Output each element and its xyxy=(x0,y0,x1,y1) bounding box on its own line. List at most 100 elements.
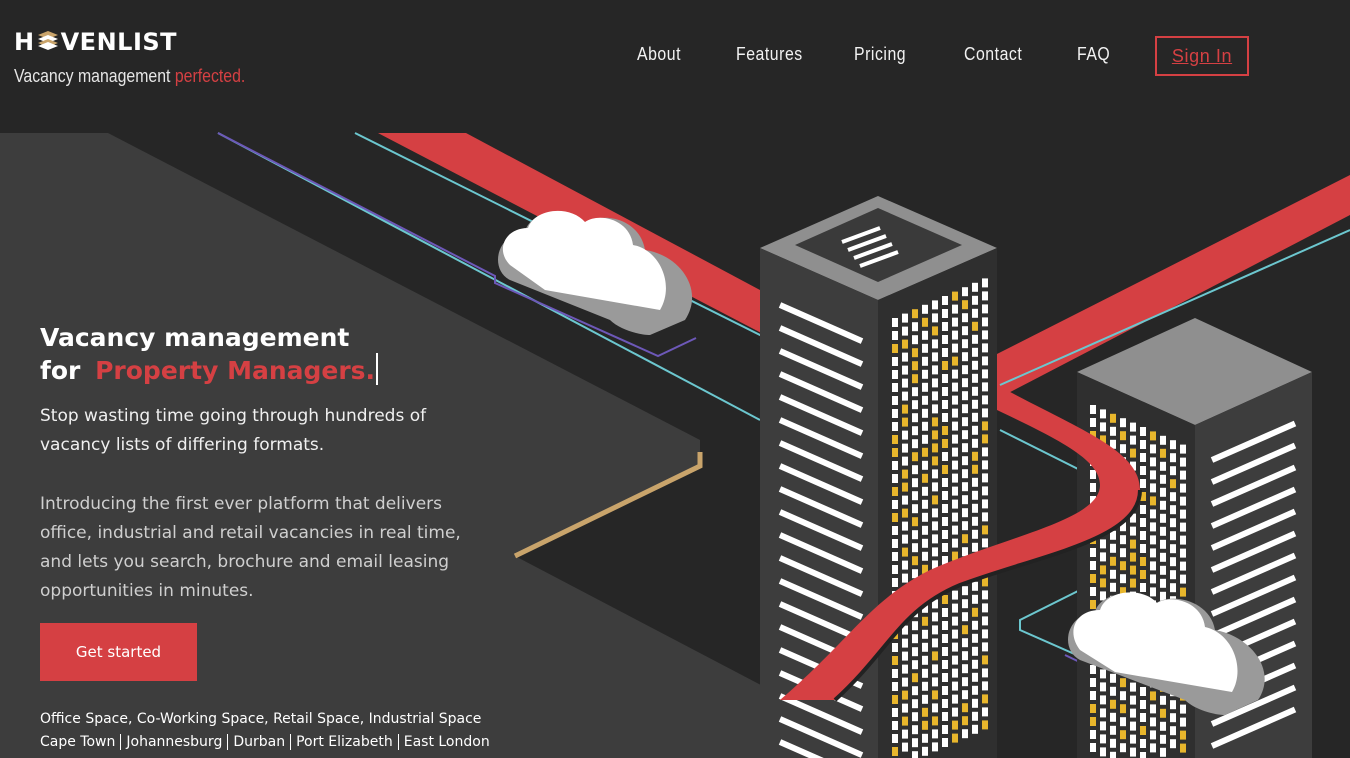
building-window xyxy=(1180,470,1186,480)
building-window xyxy=(1130,682,1136,692)
building-window xyxy=(932,495,938,505)
building-window xyxy=(912,426,918,436)
building-window xyxy=(972,490,978,500)
building-window xyxy=(942,621,948,630)
nav-about[interactable]: About xyxy=(637,44,681,65)
building-window xyxy=(892,721,898,730)
building-window xyxy=(902,547,908,557)
building-window xyxy=(912,569,918,579)
building-window xyxy=(962,443,968,453)
building-window xyxy=(982,681,988,691)
building-window xyxy=(952,642,958,652)
building-window xyxy=(912,543,918,553)
building-window xyxy=(1170,739,1176,749)
building-window xyxy=(972,464,978,474)
building-window xyxy=(1150,522,1156,532)
building-window xyxy=(922,434,928,444)
building-window xyxy=(982,291,988,301)
building-window xyxy=(1140,557,1146,566)
building-window xyxy=(1140,479,1146,488)
building-window xyxy=(942,595,948,604)
building-window xyxy=(952,369,958,379)
building-window xyxy=(1110,426,1116,436)
building-window xyxy=(952,473,958,483)
building-window xyxy=(1170,466,1176,476)
building-window xyxy=(932,742,938,752)
building-window xyxy=(1120,730,1126,740)
hero-title: Vacancy management for Property Managers… xyxy=(40,322,379,386)
building-window xyxy=(982,447,988,457)
building-window xyxy=(1170,713,1176,723)
building-window xyxy=(902,469,908,479)
building-window xyxy=(1150,561,1156,571)
building-window xyxy=(932,508,938,518)
building-window xyxy=(932,300,938,310)
building-window xyxy=(1150,496,1156,506)
building-window xyxy=(1100,708,1106,718)
building-window xyxy=(1140,570,1146,579)
building-window xyxy=(1110,738,1116,748)
building-window xyxy=(1150,457,1156,467)
building-window xyxy=(922,655,928,665)
building-window xyxy=(1090,717,1096,726)
building-window xyxy=(942,465,948,474)
building-window xyxy=(1130,448,1136,458)
building-window xyxy=(1170,570,1176,580)
building-window xyxy=(932,391,938,401)
building-window xyxy=(1090,704,1096,713)
building-window xyxy=(912,556,918,566)
building-window xyxy=(1180,743,1186,753)
building-window xyxy=(952,408,958,418)
building-window xyxy=(1150,548,1156,558)
building-window xyxy=(902,404,908,414)
building-window xyxy=(1140,583,1146,592)
building-window xyxy=(952,694,958,704)
building-window xyxy=(912,439,918,449)
building-window xyxy=(1110,686,1116,696)
building-window xyxy=(912,335,918,345)
nav-pricing[interactable]: Pricing xyxy=(854,44,906,65)
building-window xyxy=(1140,466,1146,475)
building-window xyxy=(972,308,978,318)
building-window xyxy=(952,382,958,392)
sign-in-button[interactable]: Sign In xyxy=(1155,36,1249,76)
building-window xyxy=(902,495,908,505)
nav-contact[interactable]: Contact xyxy=(964,44,1022,65)
nav-features[interactable]: Features xyxy=(736,44,803,65)
building-window xyxy=(1160,747,1166,757)
nav-faq[interactable]: FAQ xyxy=(1077,44,1110,65)
building-window xyxy=(932,638,938,648)
building-window xyxy=(912,348,918,358)
building-window xyxy=(912,621,918,631)
building-window xyxy=(902,703,908,713)
building-window xyxy=(972,360,978,370)
building-window xyxy=(1150,730,1156,740)
building-window xyxy=(952,668,958,678)
building-window xyxy=(962,547,968,557)
building-window xyxy=(922,447,928,457)
building-window xyxy=(1160,695,1166,705)
building-window xyxy=(892,669,898,678)
building-window xyxy=(942,335,948,344)
building-window xyxy=(952,512,958,522)
get-started-button[interactable]: Get started xyxy=(40,623,197,681)
building-window xyxy=(912,504,918,514)
building-window xyxy=(1130,526,1136,536)
building-window xyxy=(952,356,958,366)
building-window xyxy=(1180,548,1186,558)
building-window xyxy=(962,417,968,427)
building-window xyxy=(922,499,928,509)
building-window xyxy=(892,396,898,405)
building-window xyxy=(962,651,968,661)
building-window xyxy=(912,699,918,709)
building-window xyxy=(892,357,898,366)
building-window xyxy=(912,738,918,748)
hero-title-line1: Vacancy management xyxy=(40,323,350,352)
building-window xyxy=(1130,695,1136,705)
building-window xyxy=(972,594,978,604)
building-window xyxy=(922,304,928,314)
building-window xyxy=(932,313,938,323)
city-east-london: East London xyxy=(397,734,495,750)
building-window xyxy=(952,590,958,600)
building-window xyxy=(922,369,928,379)
